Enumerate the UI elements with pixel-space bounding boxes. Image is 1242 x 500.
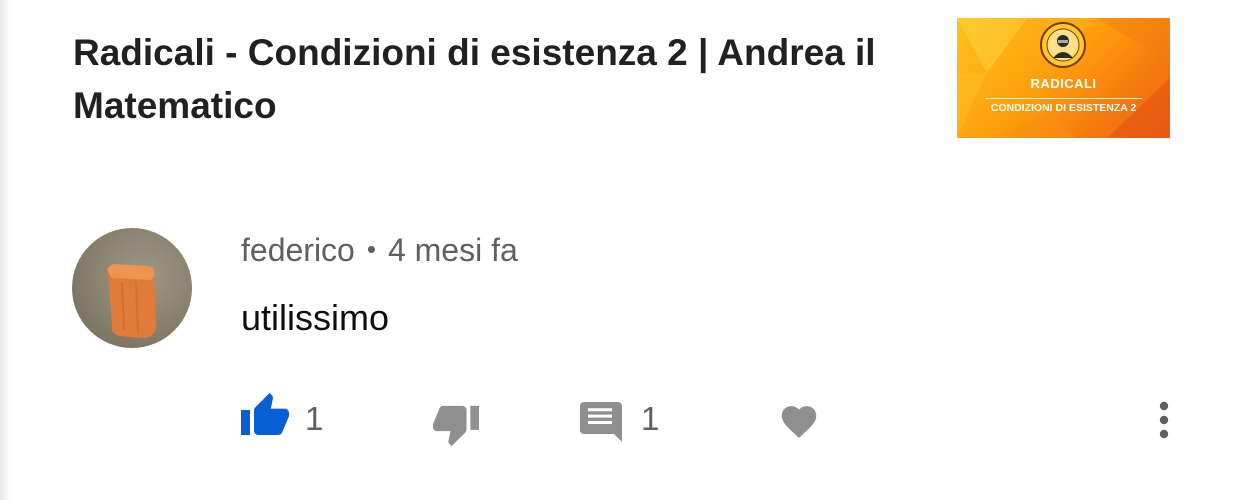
comment-author[interactable]: federico [241,232,355,268]
video-title[interactable]: Radicali - Condizioni di esistenza 2 | A… [73,26,933,132]
reply-count: 1 [641,400,660,437]
like-count: 1 [305,400,324,437]
mascot-badge-icon [1040,22,1086,68]
more-vert-icon[interactable] [1150,400,1178,440]
thumbnail-subtitle: CONDIZIONI DI ESISTENZA 2 [990,102,1137,114]
thumbs-up-icon[interactable] [241,393,289,435]
video-thumbnail[interactable]: RADICALI CONDIZIONI DI ESISTENZA 2 [957,18,1170,138]
thumbnail-title: RADICALI [1030,76,1097,91]
user-avatar[interactable] [72,228,192,348]
avatar-image [107,264,156,338]
comment-time: 4 mesi fa [387,232,518,268]
thumbs-down-icon[interactable] [433,405,479,447]
screen-edge-shadow [0,0,10,500]
thumbnail-divider [985,98,1142,99]
comment-text: utilissimo [241,297,390,338]
meta-separator: • [366,234,376,264]
comment-icon[interactable] [580,402,622,444]
heart-icon[interactable] [778,401,820,439]
comment-meta: federico • 4 mesi fa [241,232,518,269]
